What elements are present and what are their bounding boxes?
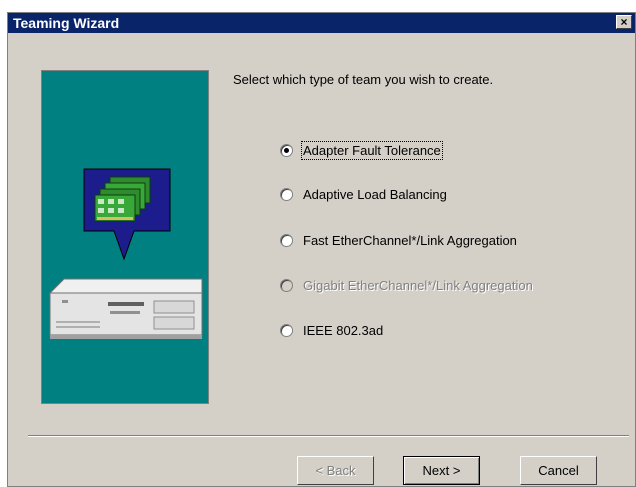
close-icon: × <box>620 15 628 29</box>
option-adapter-fault-tolerance[interactable]: Adapter Fault Tolerance <box>280 140 443 160</box>
option-label: Gigabit EtherChannel*/Link Aggregation <box>303 277 533 293</box>
option-label: IEEE 802.3ad <box>303 322 384 338</box>
window-title: Teaming Wizard <box>13 15 120 31</box>
instruction-text: Select which type of team you wish to cr… <box>233 72 494 87</box>
network-adapter-cards-server-icon <box>48 168 203 339</box>
option-label: Fast EtherChannel*/Link Aggregation <box>303 232 517 248</box>
option-fast-etherchannel[interactable]: Fast EtherChannel*/Link Aggregation <box>280 231 517 249</box>
radio-button-disabled <box>280 278 293 292</box>
radio-button-selected[interactable] <box>280 143 293 157</box>
close-button[interactable]: × <box>616 15 632 29</box>
next-button[interactable]: Next > <box>403 456 480 485</box>
option-label: Adapter Fault Tolerance <box>301 140 443 160</box>
teaming-wizard-window: Teaming Wizard × Select which type of te… <box>7 12 636 487</box>
wizard-graphic-panel <box>41 70 209 404</box>
title-bar: Teaming Wizard × <box>8 13 635 33</box>
radio-button[interactable] <box>280 187 293 201</box>
radio-button[interactable] <box>280 323 293 337</box>
back-button: < Back <box>297 456 374 485</box>
option-ieee-8023ad[interactable]: IEEE 802.3ad <box>280 321 383 339</box>
option-label: Adaptive Load Balancing <box>303 186 447 202</box>
separator <box>28 435 629 437</box>
option-gigabit-etherchannel: Gigabit EtherChannel*/Link Aggregation <box>280 276 533 294</box>
cancel-button[interactable]: Cancel <box>520 456 597 485</box>
option-adaptive-load-balancing[interactable]: Adaptive Load Balancing <box>280 185 447 203</box>
radio-button[interactable] <box>280 233 293 247</box>
